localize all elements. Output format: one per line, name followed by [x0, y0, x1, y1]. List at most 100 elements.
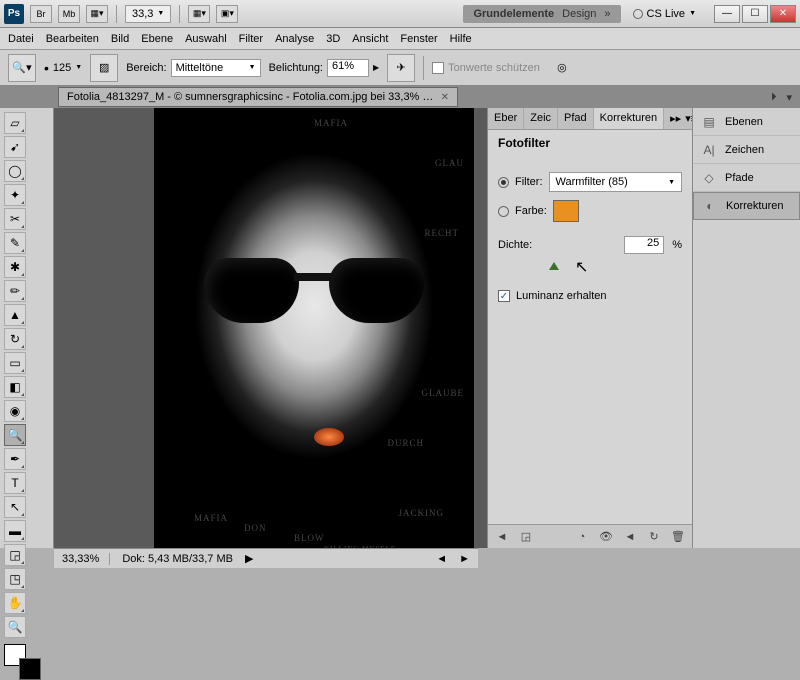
zoom-dropdown[interactable]: 33,3▼ [125, 5, 171, 23]
path-tool[interactable]: ↖ [4, 496, 26, 518]
close-tab-icon[interactable]: ✕ [441, 92, 449, 103]
arrange-button[interactable]: ▦▾ [188, 5, 210, 23]
trash-icon[interactable]: 🗑 [670, 530, 686, 544]
more-icon[interactable]: » [604, 8, 610, 20]
pen-tool[interactable]: ✒ [4, 448, 26, 470]
tab-ebenen[interactable]: Eber [488, 108, 524, 129]
menu-ebene[interactable]: Ebene [141, 33, 173, 45]
expand-icon[interactable]: ◲ [518, 530, 534, 544]
reset-icon[interactable]: ↻ [646, 530, 662, 544]
window-controls: — ☐ ✕ [714, 5, 796, 23]
menu-3d[interactable]: 3D [326, 33, 340, 45]
airbrush-button[interactable]: ✈ [387, 54, 415, 82]
menu-fenster[interactable]: Fenster [400, 33, 437, 45]
canvas-area[interactable]: MAFIA GLAU RECHT GLAUBE MAFIA DURCH JACK… [54, 108, 487, 548]
brush-size-field[interactable]: •125▼ [44, 60, 82, 76]
screen-mode-button[interactable]: ▣▾ [216, 5, 238, 23]
bridge-button[interactable]: Br [30, 5, 52, 23]
collapse-icon[interactable]: ▸▸ [670, 112, 681, 125]
tool-preset-icon[interactable]: 🔍▾ [8, 54, 36, 82]
eraser-tool[interactable]: ▭ [4, 352, 26, 374]
status-doc-size[interactable]: Dok: 5,43 MB/33,7 MB [122, 553, 233, 565]
menu-auswahl[interactable]: Auswahl [185, 33, 227, 45]
luminanz-checkbox[interactable]: ✓ [498, 290, 510, 302]
document-canvas[interactable]: MAFIA GLAU RECHT GLAUBE MAFIA DURCH JACK… [154, 108, 474, 548]
panel-pfade[interactable]: ◇Pfade [693, 164, 800, 192]
tab-pfade[interactable]: Pfad [558, 108, 594, 129]
menu-bild[interactable]: Bild [111, 33, 129, 45]
panel-zeichen[interactable]: A|Zeichen [693, 136, 800, 164]
scroll-right-icon[interactable]: ► [459, 553, 470, 565]
stamp-tool[interactable]: ▲ [4, 304, 26, 326]
zoom-tool[interactable]: 🔍 [4, 616, 26, 638]
background-swatch[interactable] [19, 658, 41, 680]
clip-icon[interactable]: ◔ [574, 530, 590, 544]
filter-dropdown[interactable]: Warmfilter (85) ▼ [549, 172, 683, 192]
menu-analyse[interactable]: Analyse [275, 33, 314, 45]
farbe-radio[interactable] [498, 206, 509, 217]
previous-icon[interactable]: ◄ [622, 530, 638, 544]
brush-panel-button[interactable]: ▨ [90, 54, 118, 82]
menu-hilfe[interactable]: Hilfe [450, 33, 472, 45]
color-swatch[interactable] [553, 200, 579, 222]
move-tool[interactable]: ▱ [4, 112, 26, 134]
gradient-tool[interactable]: ◧ [4, 376, 26, 398]
minibridge-button[interactable]: Mb [58, 5, 80, 23]
back-icon[interactable]: ◄ [494, 530, 510, 544]
blur-tool[interactable]: ◉ [4, 400, 26, 422]
type-tool[interactable]: T [4, 472, 26, 494]
cslive-label: CS Live [647, 8, 686, 20]
eye-icon[interactable]: 👁 [598, 530, 614, 544]
dichte-input[interactable]: 25 [624, 236, 664, 254]
wand-tool[interactable]: ✦ [4, 184, 26, 206]
panel-ebenen[interactable]: ▤Ebenen [693, 108, 800, 136]
marquee-tool[interactable]: ➹ [4, 136, 26, 158]
pressure-button[interactable]: ◎ [548, 54, 576, 82]
dodge-tool[interactable]: 🔍 [4, 424, 26, 446]
status-zoom[interactable]: 33,33% [62, 553, 110, 565]
belichtung-input[interactable]: 61% [327, 59, 369, 77]
color-swatches[interactable] [4, 644, 49, 680]
crop-tool[interactable]: ✂ [4, 208, 26, 230]
3d-tool[interactable]: ◲ [4, 544, 26, 566]
lasso-tool[interactable]: ◯ [4, 160, 26, 182]
hand-tool[interactable]: ✋ [4, 592, 26, 614]
tab-scroll-icon[interactable]: ⏵ [767, 89, 781, 106]
eyedropper-tool[interactable]: ✎ [4, 232, 26, 254]
panel-label: Korrekturen [726, 200, 783, 212]
dichte-slider[interactable] [508, 258, 672, 274]
overlay-text: DURCH [387, 438, 424, 448]
filter-radio[interactable] [498, 177, 509, 188]
menu-datei[interactable]: Datei [8, 33, 34, 45]
menu-ansicht[interactable]: Ansicht [352, 33, 388, 45]
slider-thumb[interactable] [549, 262, 559, 270]
tab-menu-icon[interactable]: ▾ [782, 89, 796, 106]
tab-korrekturen[interactable]: Korrekturen [594, 108, 664, 129]
document-tab[interactable]: Fotolia_4813297_M - © sumnersgraphicsinc… [58, 87, 458, 107]
cslive-button[interactable]: CS Live ▼ [627, 6, 702, 22]
flyout-icon[interactable]: ▶ [373, 63, 379, 72]
flyout-icon[interactable]: ▶ [245, 552, 253, 565]
history-brush-tool[interactable]: ↻ [4, 328, 26, 350]
view-button[interactable]: ▦▾ [86, 5, 108, 23]
bereich-label: Bereich: [126, 62, 166, 74]
shape-tool[interactable]: ▬ [4, 520, 26, 542]
adjustments-panel: Eber Zeic Pfad Korrekturen ▸▸▾≡ Fotofilt… [487, 108, 692, 548]
workspace-switcher[interactable]: Grundelemente Design » [463, 5, 620, 23]
menu-filter[interactable]: Filter [239, 33, 263, 45]
minimize-button[interactable]: — [714, 5, 740, 23]
panel-korrekturen[interactable]: ◐Korrekturen [693, 192, 800, 220]
workspace-active[interactable]: Grundelemente [473, 8, 554, 20]
brush-tool[interactable]: ✏ [4, 280, 26, 302]
maximize-button[interactable]: ☐ [742, 5, 768, 23]
close-button[interactable]: ✕ [770, 5, 796, 23]
healing-tool[interactable]: ✱ [4, 256, 26, 278]
scroll-left-icon[interactable]: ◄ [436, 553, 447, 565]
tab-zeichen[interactable]: Zeic [524, 108, 558, 129]
bereich-dropdown[interactable]: Mitteltöne▼ [171, 59, 261, 77]
workspace-item[interactable]: Design [562, 8, 596, 20]
tonwerte-checkbox[interactable] [432, 62, 444, 74]
overlay-text: JACKING [398, 508, 444, 518]
3d-camera-tool[interactable]: ◳ [4, 568, 26, 590]
menu-bearbeiten[interactable]: Bearbeiten [46, 33, 99, 45]
